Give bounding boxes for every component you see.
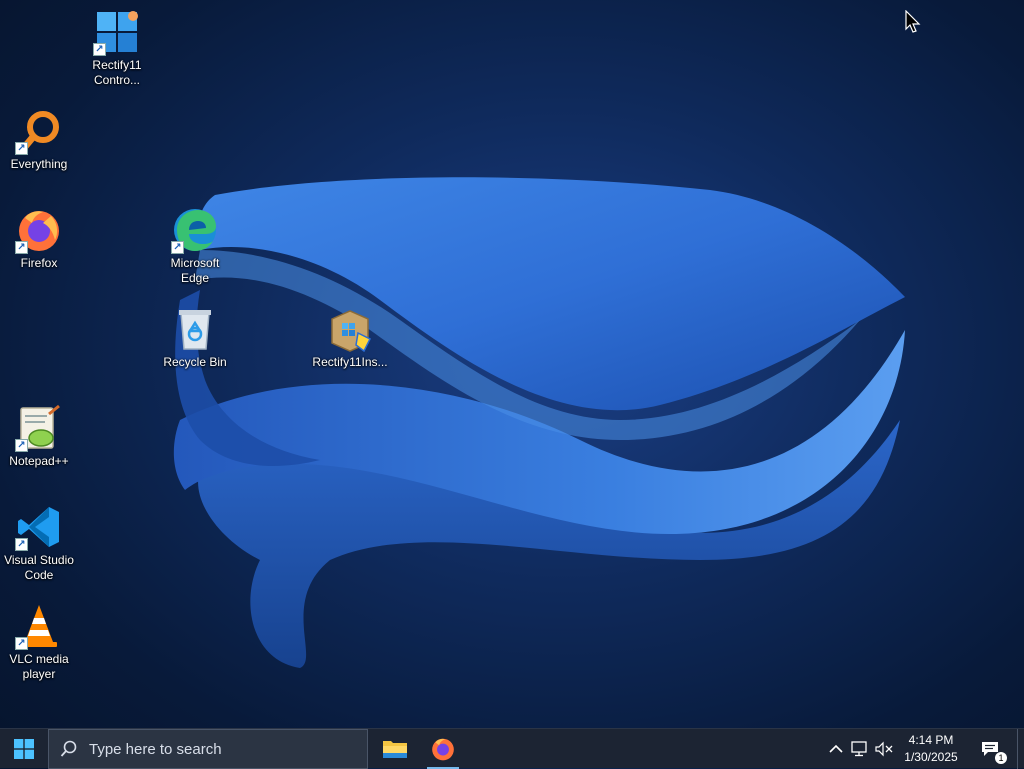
taskbar-file-explorer[interactable] — [371, 729, 419, 769]
desktop-icon-label: Rectify11 Contro... — [92, 58, 142, 87]
desktop-icon-vlc-media-player[interactable]: ↗ VLC media player — [0, 602, 79, 682]
chevron-up-icon — [829, 744, 843, 753]
tray-volume-button[interactable] — [872, 729, 896, 769]
search-placeholder: Type here to search — [89, 740, 222, 758]
shortcut-arrow-icon: ↗ — [15, 538, 28, 551]
firefox-icon — [432, 738, 454, 761]
show-desktop-button[interactable] — [1017, 729, 1024, 769]
desktop-icon-label: Recycle Bin — [163, 355, 227, 369]
taskbar-search-box[interactable]: Type here to search — [48, 729, 368, 769]
windows-logo-icon — [14, 739, 34, 759]
desktop-icon-everything[interactable]: ↗ Everything — [0, 107, 79, 172]
network-icon — [851, 741, 867, 757]
desktop-icon-visual-studio-code[interactable]: ↗ Visual Studio Code — [0, 503, 79, 583]
clock-time: 4:14 PM — [908, 733, 954, 747]
shortcut-arrow-icon: ↗ — [93, 43, 106, 56]
search-icon — [49, 740, 89, 758]
desktop-icon-label: Rectify11Ins... — [312, 355, 388, 369]
tray-overflow-button[interactable] — [824, 729, 848, 769]
desktop-icon-label: VLC media player — [9, 652, 69, 681]
shortcut-arrow-icon: ↗ — [15, 142, 28, 155]
shortcut-arrow-icon: ↗ — [171, 241, 184, 254]
desktop-icon-label: Visual Studio Code — [4, 553, 74, 582]
taskbar: Type here to search 4:14 PM 1/30/2025 1 — [0, 728, 1024, 769]
notification-center-button[interactable]: 1 — [976, 729, 1007, 769]
desktop-icon-label: Firefox — [20, 256, 58, 270]
installer-package-icon — [331, 310, 372, 353]
desktop-icon-label: Notepad++ — [9, 454, 69, 468]
desktop-icon-notepad-plus-plus[interactable]: ↗ Notepad++ — [0, 404, 79, 469]
tray-network-button[interactable] — [848, 729, 872, 769]
clock-date: 1/30/2025 — [904, 750, 958, 764]
notification-count-badge: 1 — [995, 752, 1007, 764]
taskbar-clock[interactable]: 4:14 PM 1/30/2025 — [896, 732, 966, 766]
shortcut-arrow-icon: ↗ — [15, 637, 28, 650]
shortcut-arrow-icon: ↗ — [15, 439, 28, 452]
volume-muted-icon — [875, 741, 893, 757]
desktop-icon-recycle-bin[interactable]: Recycle Bin — [155, 305, 235, 370]
desktop-icon-firefox[interactable]: ↗ Firefox — [0, 206, 79, 271]
folder-icon — [383, 741, 407, 758]
shortcut-arrow-icon: ↗ — [15, 241, 28, 254]
start-button[interactable] — [0, 729, 48, 769]
desktop-icon-rectify11-installer[interactable]: Rectify11Ins... — [310, 305, 390, 370]
desktop-icon-microsoft-edge[interactable]: ↗ Microsoft Edge — [155, 206, 235, 286]
desktop-wallpaper — [173, 177, 906, 668]
recycle-bin-icon — [179, 310, 211, 350]
mouse-cursor-icon — [905, 10, 921, 33]
desktop-icon-label: Everything — [10, 157, 68, 171]
desktop-icon-rectify11-control[interactable]: ↗ Rectify11 Contro... — [77, 8, 157, 88]
desktop-icon-label: Microsoft Edge — [170, 256, 220, 285]
taskbar-firefox[interactable] — [419, 729, 467, 769]
